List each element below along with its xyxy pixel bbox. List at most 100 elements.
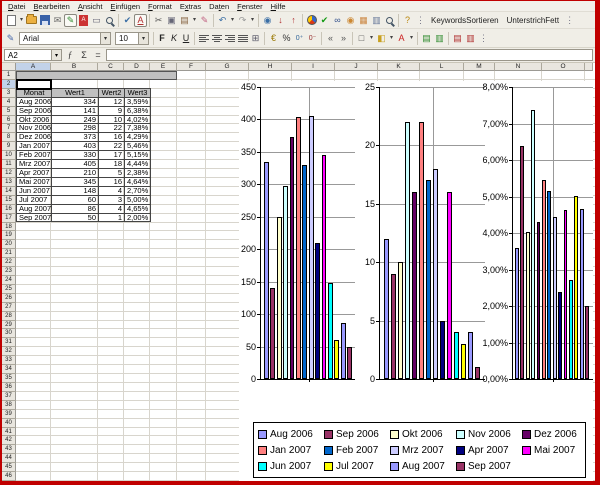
table-cell[interactable]: 2,38% (125, 168, 151, 177)
name-box[interactable]: A2 ▾ (4, 49, 62, 61)
row-header-28[interactable]: 28 (2, 312, 16, 321)
table-cell[interactable]: 4,65% (125, 204, 151, 213)
toolbar-overflow-icon[interactable]: ⋮ (563, 14, 576, 27)
column-header-C[interactable]: C (98, 63, 124, 71)
row-header-1[interactable]: 1 (2, 71, 16, 80)
table-cell[interactable]: 4,02% (125, 115, 151, 124)
select-all-corner[interactable] (2, 63, 16, 71)
table-cell[interactable]: 249 (52, 115, 99, 124)
align-left-icon[interactable] (197, 32, 210, 45)
row-header-30[interactable]: 30 (2, 329, 16, 338)
row-header-17[interactable]: 17 (2, 214, 16, 223)
row-header-33[interactable]: 33 (2, 356, 16, 365)
italic-button[interactable]: K (168, 32, 180, 45)
page-preview-icon[interactable] (103, 14, 116, 27)
table-cell[interactable]: Sep 2006 (17, 106, 52, 115)
data-sources-icon[interactable]: ▥ (370, 14, 383, 27)
sort-ascending-icon[interactable]: ↓ (274, 14, 287, 27)
column-header-D[interactable]: D (124, 63, 150, 71)
currency-icon[interactable]: € (267, 32, 280, 45)
table-cell[interactable]: 141 (52, 106, 99, 115)
function-wizard-icon[interactable]: ƒ (64, 50, 76, 60)
table-cell[interactable]: Feb 2007 (17, 151, 52, 160)
paste-dropdown-icon[interactable]: ▾ (191, 14, 198, 27)
align-center-icon[interactable] (210, 32, 223, 45)
cut-icon[interactable]: ✂ (152, 14, 165, 27)
name-box-dropdown-icon[interactable]: ▾ (51, 50, 61, 60)
format-paintbrush-icon[interactable]: ✎ (198, 14, 211, 27)
new-document-icon[interactable] (5, 14, 18, 27)
undo-icon[interactable]: ↶ (216, 14, 229, 27)
column-header-I[interactable]: I (292, 63, 335, 71)
table-cell[interactable]: 50 (52, 213, 99, 222)
custom-button-unterstrichfett[interactable]: UnterstrichFett (503, 16, 563, 25)
increase-indent-icon[interactable]: » (337, 32, 350, 45)
borders-dropdown-icon[interactable]: ▾ (368, 32, 375, 45)
row-header-27[interactable]: 27 (2, 303, 16, 312)
table-cell[interactable]: Jan 2007 (17, 142, 52, 151)
check-icon[interactable]: ✔ (318, 14, 331, 27)
insert-chart-icon[interactable] (305, 14, 318, 27)
row-header-8[interactable]: 8 (2, 133, 16, 142)
row-header-22[interactable]: 22 (2, 258, 16, 267)
row-header-34[interactable]: 34 (2, 365, 16, 374)
row-header-15[interactable]: 15 (2, 196, 16, 205)
formula-icon[interactable]: = (92, 50, 104, 60)
table-cell[interactable]: 22 (99, 124, 125, 133)
chart-legend[interactable]: Aug 2006Sep 2006Okt 2006Nov 2006Dez 2006… (253, 422, 586, 478)
row-header-6[interactable]: 6 (2, 116, 16, 125)
toolbar-overflow-icon[interactable]: ⋮ (414, 14, 427, 27)
custom-button-keywordssortieren[interactable]: KeywordsSortieren (427, 16, 503, 25)
row-header-16[interactable]: 16 (2, 205, 16, 214)
column-header-N[interactable]: N (495, 63, 542, 71)
font-color-dropdown-icon[interactable]: ▾ (408, 32, 415, 45)
active-cell-a2[interactable] (16, 79, 52, 90)
menu-format[interactable]: Format (144, 2, 176, 11)
help-icon[interactable]: ? (401, 14, 414, 27)
table-cell[interactable]: 10 (99, 115, 125, 124)
row-header-19[interactable]: 19 (2, 231, 16, 240)
undo-dropdown-icon[interactable]: ▾ (229, 14, 236, 27)
table-cell[interactable]: 298 (52, 124, 99, 133)
save-icon[interactable] (38, 14, 51, 27)
decrease-indent-icon[interactable]: « (324, 32, 337, 45)
borders-icon[interactable]: □ (355, 32, 368, 45)
column-header-J[interactable]: J (335, 63, 378, 71)
table-cell[interactable]: 403 (52, 142, 99, 151)
bold-button[interactable]: F (156, 32, 168, 45)
row-header-44[interactable]: 44 (2, 454, 16, 463)
cell-grid[interactable]: MonatWert1Wert2Wert3Aug 2006334123,59%Se… (16, 71, 595, 481)
row-header-38[interactable]: 38 (2, 401, 16, 410)
sort-descending-icon[interactable]: ↑ (287, 14, 300, 27)
row-header-43[interactable]: 43 (2, 445, 16, 454)
menu-hilfe[interactable]: Hilfe (267, 2, 290, 11)
table-cell[interactable]: 3,59% (125, 97, 151, 106)
table-cell[interactable]: 5,00% (125, 195, 151, 204)
row-header-2[interactable]: 2 (2, 80, 16, 89)
table-cell[interactable]: 2,70% (125, 186, 151, 195)
row-header-9[interactable]: 9 (2, 142, 16, 151)
redo-dropdown-icon[interactable]: ▾ (249, 14, 256, 27)
row-header-14[interactable]: 14 (2, 187, 16, 196)
table-cell[interactable]: 6,38% (125, 106, 151, 115)
row-header-39[interactable]: 39 (2, 410, 16, 419)
row-header-40[interactable]: 40 (2, 419, 16, 428)
row-header-24[interactable]: 24 (2, 276, 16, 285)
sum-icon[interactable]: Σ (78, 50, 90, 60)
styles-icon[interactable]: ✎ (4, 32, 17, 45)
column-header-O[interactable]: O (542, 63, 585, 71)
table-cell[interactable]: Dez 2006 (17, 133, 52, 142)
row-header-23[interactable]: 23 (2, 267, 16, 276)
auto-spellcheck-icon[interactable]: A (134, 14, 147, 27)
new-document-dropdown-icon[interactable]: ▾ (18, 14, 25, 27)
background-color-icon[interactable]: ◧ (375, 32, 388, 45)
row-header-4[interactable]: 4 (2, 98, 16, 107)
table-cell[interactable]: 345 (52, 177, 99, 186)
row-header-42[interactable]: 42 (2, 436, 16, 445)
table-cell[interactable]: Okt 2006 (17, 115, 52, 124)
table-cell[interactable]: 7,38% (125, 124, 151, 133)
table-header-cell[interactable]: Wert1 (52, 88, 99, 97)
table-cell[interactable]: 4 (99, 204, 125, 213)
column-header-M[interactable]: M (464, 63, 495, 71)
edit-mode-icon[interactable]: ✎ (64, 14, 77, 27)
